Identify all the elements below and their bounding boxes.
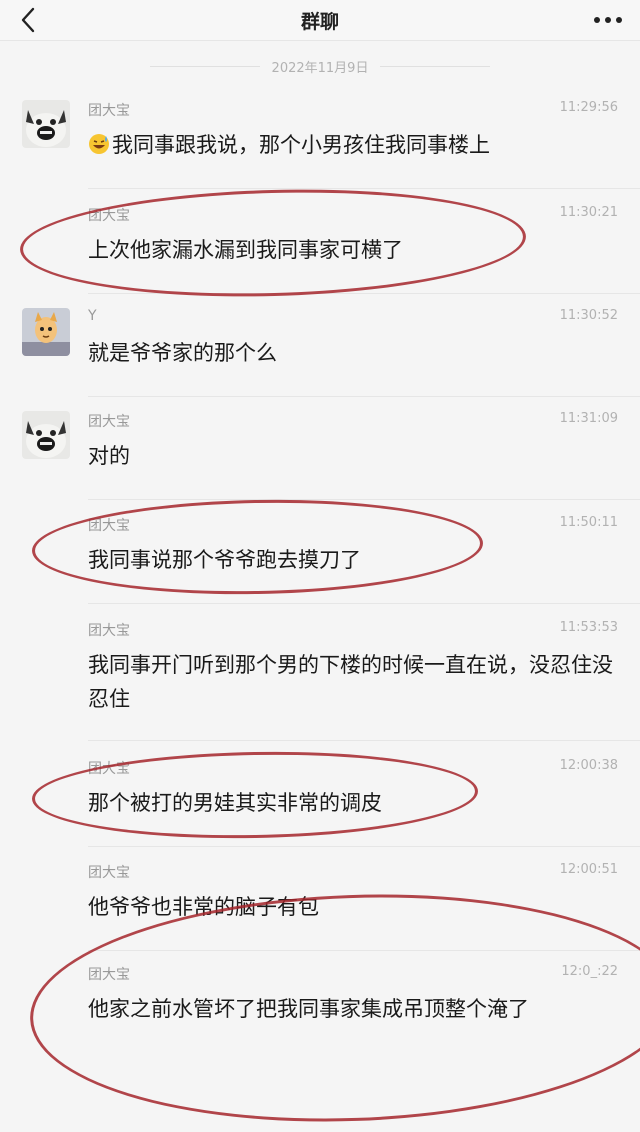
timestamp: 12:0_:22	[561, 964, 618, 979]
cartoon-avatar[interactable]	[22, 308, 70, 356]
more-dots-icon	[594, 17, 622, 23]
message-text: 他爷爷也非常的脑子有包	[88, 895, 319, 919]
sender-name: 团大宝	[88, 623, 130, 639]
divider-line	[149, 65, 260, 67]
timestamp: 12:00:51	[559, 862, 618, 877]
message-text: 他家之前水管坏了把我同事家集成吊顶整个淹了	[88, 997, 529, 1021]
separator	[88, 846, 640, 847]
separator	[88, 740, 640, 741]
timestamp: 11:53:53	[559, 620, 618, 635]
sender-name: Y	[88, 308, 97, 324]
sender-name: 团大宝	[88, 518, 130, 534]
sender-name: 团大宝	[88, 414, 130, 430]
page-title: 群聊	[300, 11, 339, 33]
sender-name: 团大宝	[88, 865, 130, 881]
sender-name: 团大宝	[88, 208, 130, 224]
dog-avatar[interactable]	[22, 411, 70, 459]
dog-avatar[interactable]	[22, 100, 70, 148]
date-divider: 2022年11月9日	[0, 56, 640, 76]
timestamp: 11:29:56	[559, 100, 618, 115]
timestamp: 11:30:21	[559, 205, 618, 220]
sender-name: 团大宝	[88, 761, 130, 777]
message-text: 对的	[88, 444, 130, 468]
grinning-sweat-emoji	[89, 134, 109, 154]
more-button[interactable]	[590, 8, 626, 32]
message-text: 那个被打的男娃其实非常的调皮	[88, 791, 382, 815]
message-text: 我同事跟我说，那个小男孩住我同事楼上	[112, 133, 490, 157]
timestamp: 11:30:52	[559, 308, 618, 323]
message-text: 上次他家漏水漏到我同事家可横了	[88, 238, 403, 262]
sender-name: 团大宝	[88, 967, 130, 983]
separator	[88, 950, 640, 951]
separator	[88, 603, 640, 604]
timestamp: 11:31:09	[559, 411, 618, 426]
sender-name: 团大宝	[88, 103, 130, 119]
top-bar: 群聊	[0, 0, 640, 41]
timestamp: 12:00:38	[559, 758, 618, 773]
date-label: 2022年11月9日	[271, 60, 369, 76]
separator	[88, 396, 640, 397]
divider-line	[380, 65, 491, 67]
separator	[88, 499, 640, 500]
message-text: 就是爷爷家的那个么	[88, 341, 277, 365]
separator	[88, 188, 640, 189]
timestamp: 11:50:11	[559, 515, 618, 530]
separator	[88, 293, 640, 294]
message-text: 我同事说那个爷爷跑去摸刀了	[88, 548, 361, 572]
message-text: 我同事开门听到那个男的下楼的时候一直在说，没忍住没忍住	[88, 653, 613, 711]
message-text-wrap: 我同事跟我说，那个小男孩住我同事楼上	[88, 128, 613, 162]
